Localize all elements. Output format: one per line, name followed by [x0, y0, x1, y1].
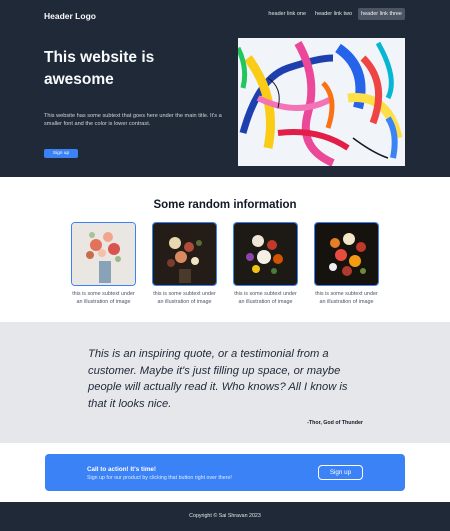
card-image	[71, 222, 136, 286]
nav-link-one[interactable]: header link one	[265, 8, 309, 20]
info-card: this is some subtext under an illustrati…	[313, 222, 380, 307]
cta-signup-button[interactable]: Sign up	[318, 465, 363, 480]
quote-text: This is an inspiring quote, or a testimo…	[88, 348, 348, 410]
info-card: this is some subtext under an illustrati…	[151, 222, 218, 307]
hero-signup-button[interactable]: Sign up	[44, 149, 78, 158]
card-image	[233, 222, 298, 286]
header-nav: header link one header link two header l…	[265, 8, 405, 20]
card-image	[152, 222, 217, 286]
cta-title: Call to action! It's time!	[87, 466, 157, 473]
info-cards: this is some subtext under an illustrati…	[70, 222, 380, 307]
info-card: this is some subtext under an illustrati…	[232, 222, 299, 307]
card-caption: this is some subtext under an illustrati…	[72, 291, 135, 305]
card-caption: this is some subtext under an illustrati…	[315, 291, 378, 305]
nav-link-two[interactable]: header link two	[312, 8, 355, 20]
hero-section: Header Logo header link one header link …	[0, 0, 450, 177]
card-caption: this is some subtext under an illustrati…	[153, 291, 216, 305]
card-caption: this is some subtext under an illustrati…	[234, 291, 297, 305]
hero-title: This website is awesome	[44, 49, 155, 89]
quote-section: This is an inspiring quote, or a testimo…	[0, 322, 450, 443]
call-to-action: Call to action! It's time! Sign up for o…	[45, 454, 405, 491]
info-title: Some random information	[153, 199, 297, 211]
footer: Copyright © Sai Shravan 2023	[0, 502, 450, 531]
nav-link-three[interactable]: header link three	[358, 8, 405, 20]
hero-subtitle: This website has some subtext that goes …	[44, 113, 222, 128]
card-image	[314, 222, 379, 286]
cta-subtitle: Sign up for our product by clicking that…	[87, 474, 232, 481]
header-logo[interactable]: Header Logo	[44, 11, 96, 21]
info-card: this is some subtext under an illustrati…	[70, 222, 137, 307]
footer-copyright: Copyright © Sai Shravan 2023	[189, 513, 261, 519]
quote-author: -Thor, God of Thunder	[307, 420, 363, 426]
hero-image	[238, 38, 405, 166]
